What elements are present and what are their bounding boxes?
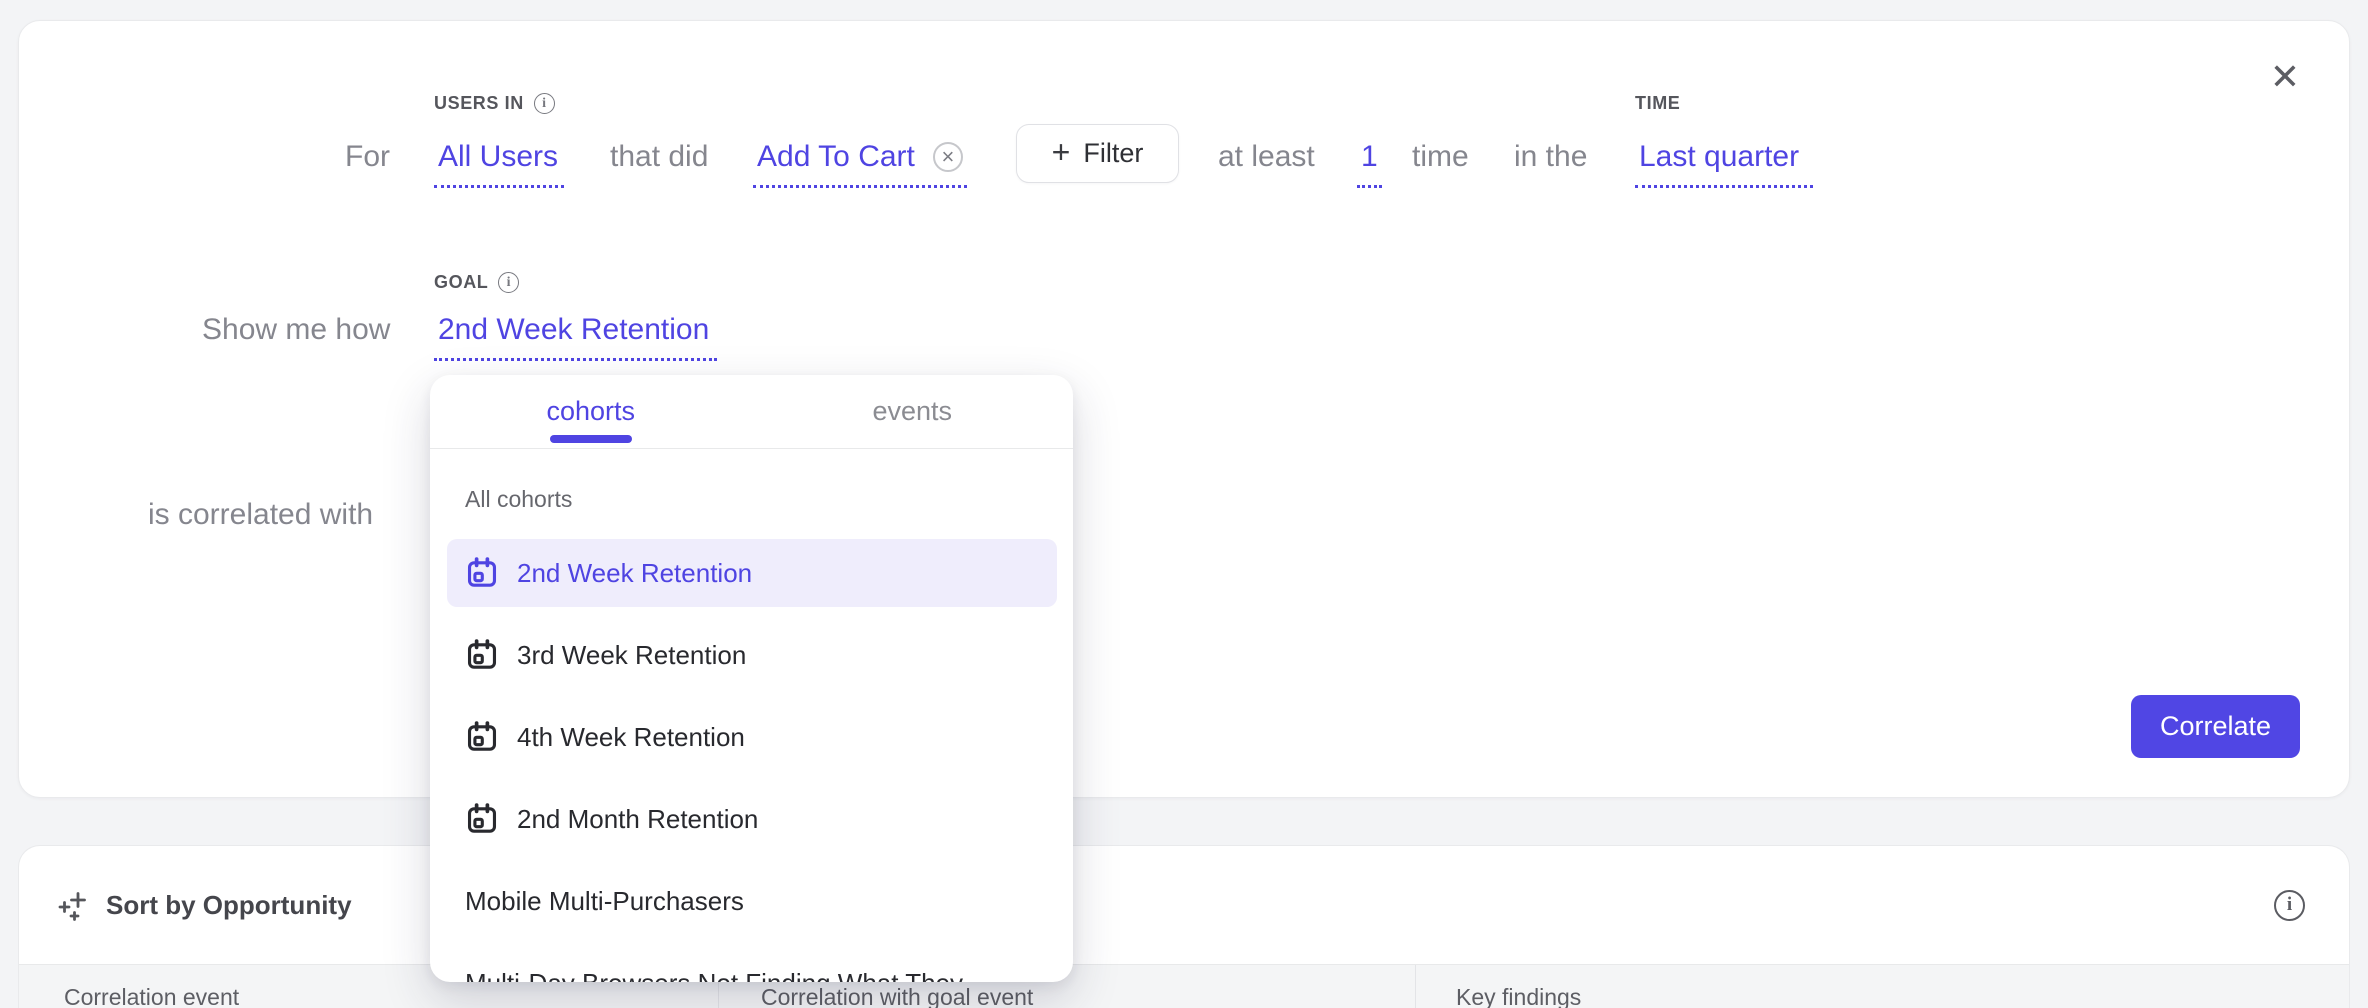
tab-cohorts[interactable]: cohorts <box>430 375 752 448</box>
sort-by-opportunity-button[interactable]: Sort by Opportunity <box>106 890 352 921</box>
tab-events[interactable]: events <box>752 375 1074 448</box>
time-word: time <box>1412 139 1469 175</box>
list-item-label: 2nd Month Retention <box>517 804 758 835</box>
for-word: For <box>345 139 390 175</box>
list-item-label: 4th Week Retention <box>517 722 745 753</box>
goal-field-value: 2nd Week Retention <box>438 312 709 348</box>
close-icon[interactable]: ✕ <box>2259 51 2311 103</box>
correlate-button[interactable]: Correlate <box>2131 695 2300 758</box>
info-icon[interactable]: i <box>2274 890 2305 921</box>
count-field[interactable]: 1 <box>1357 139 1382 188</box>
list-item-label: Multi-Day Browsers Not Finding What They <box>465 968 963 983</box>
list-item[interactable]: 2nd Month Retention <box>447 785 1057 853</box>
at-least-word: at least <box>1218 139 1315 175</box>
results-panel: Sort by Opportunity i Correlation event … <box>18 845 2350 1008</box>
goal-label: GOAL i <box>434 272 519 293</box>
cohort-list: 2nd Week Retention 3rd Week Retention <box>430 539 1073 982</box>
dropdown-tabs: cohorts events <box>430 375 1073 449</box>
page-background: ✕ USERS IN i TIME For All Users that did… <box>0 0 2368 1008</box>
sparkle-icon <box>58 889 90 921</box>
column-header-key-findings: Key findings <box>1416 965 2349 1008</box>
calendar-icon <box>465 720 499 754</box>
tab-events-label: events <box>872 396 952 427</box>
section-label: All cohorts <box>465 486 1073 513</box>
calendar-icon <box>465 556 499 590</box>
list-item-label: 3rd Week Retention <box>517 640 746 671</box>
time-range-field[interactable]: Last quarter <box>1635 139 1813 188</box>
list-item[interactable]: 4th Week Retention <box>447 703 1057 771</box>
add-filter-button[interactable]: + Filter <box>1016 124 1179 183</box>
time-label-text: TIME <box>1635 93 1680 114</box>
show-me-how-word: Show me how <box>202 312 390 348</box>
in-the-word: in the <box>1514 139 1587 175</box>
users-field[interactable]: All Users <box>434 139 564 188</box>
add-filter-button-label: Filter <box>1083 138 1143 169</box>
is-correlated-with-word: is correlated with <box>148 497 373 533</box>
list-item[interactable]: Multi-Day Browsers Not Finding What They <box>447 949 1057 982</box>
time-label: TIME <box>1635 93 1680 114</box>
count-field-value: 1 <box>1361 139 1378 175</box>
time-range-field-value: Last quarter <box>1639 139 1799 175</box>
cohort-picker-dropdown: cohorts events All cohorts 2nd Week Rete… <box>430 375 1073 982</box>
correlate-query-card: ✕ USERS IN i TIME For All Users that did… <box>18 20 2350 798</box>
goal-field[interactable]: 2nd Week Retention <box>434 312 717 361</box>
plus-icon: + <box>1052 136 1071 168</box>
calendar-icon <box>465 638 499 672</box>
active-tab-indicator <box>550 435 632 443</box>
calendar-icon <box>465 802 499 836</box>
list-item-label: 2nd Week Retention <box>517 558 752 589</box>
remove-event-icon[interactable]: × <box>933 142 963 172</box>
that-did-word: that did <box>610 139 708 175</box>
users-in-label: USERS IN i <box>434 93 555 114</box>
goal-label-text: GOAL <box>434 272 488 293</box>
event-field-value: Add To Cart <box>757 139 915 175</box>
list-item-label: Mobile Multi-Purchasers <box>465 886 744 917</box>
table-header-row: Correlation event Correlation with goal … <box>19 964 2349 1008</box>
users-in-label-text: USERS IN <box>434 93 524 114</box>
list-item[interactable]: 2nd Week Retention <box>447 539 1057 607</box>
list-item[interactable]: Mobile Multi-Purchasers <box>447 867 1057 935</box>
info-icon[interactable]: i <box>534 93 555 114</box>
tab-cohorts-label: cohorts <box>546 396 635 427</box>
users-field-value: All Users <box>438 139 558 175</box>
event-field[interactable]: Add To Cart × <box>753 139 967 188</box>
sort-row: Sort by Opportunity i <box>19 846 2349 964</box>
list-item[interactable]: 3rd Week Retention <box>447 621 1057 689</box>
info-icon[interactable]: i <box>498 272 519 293</box>
